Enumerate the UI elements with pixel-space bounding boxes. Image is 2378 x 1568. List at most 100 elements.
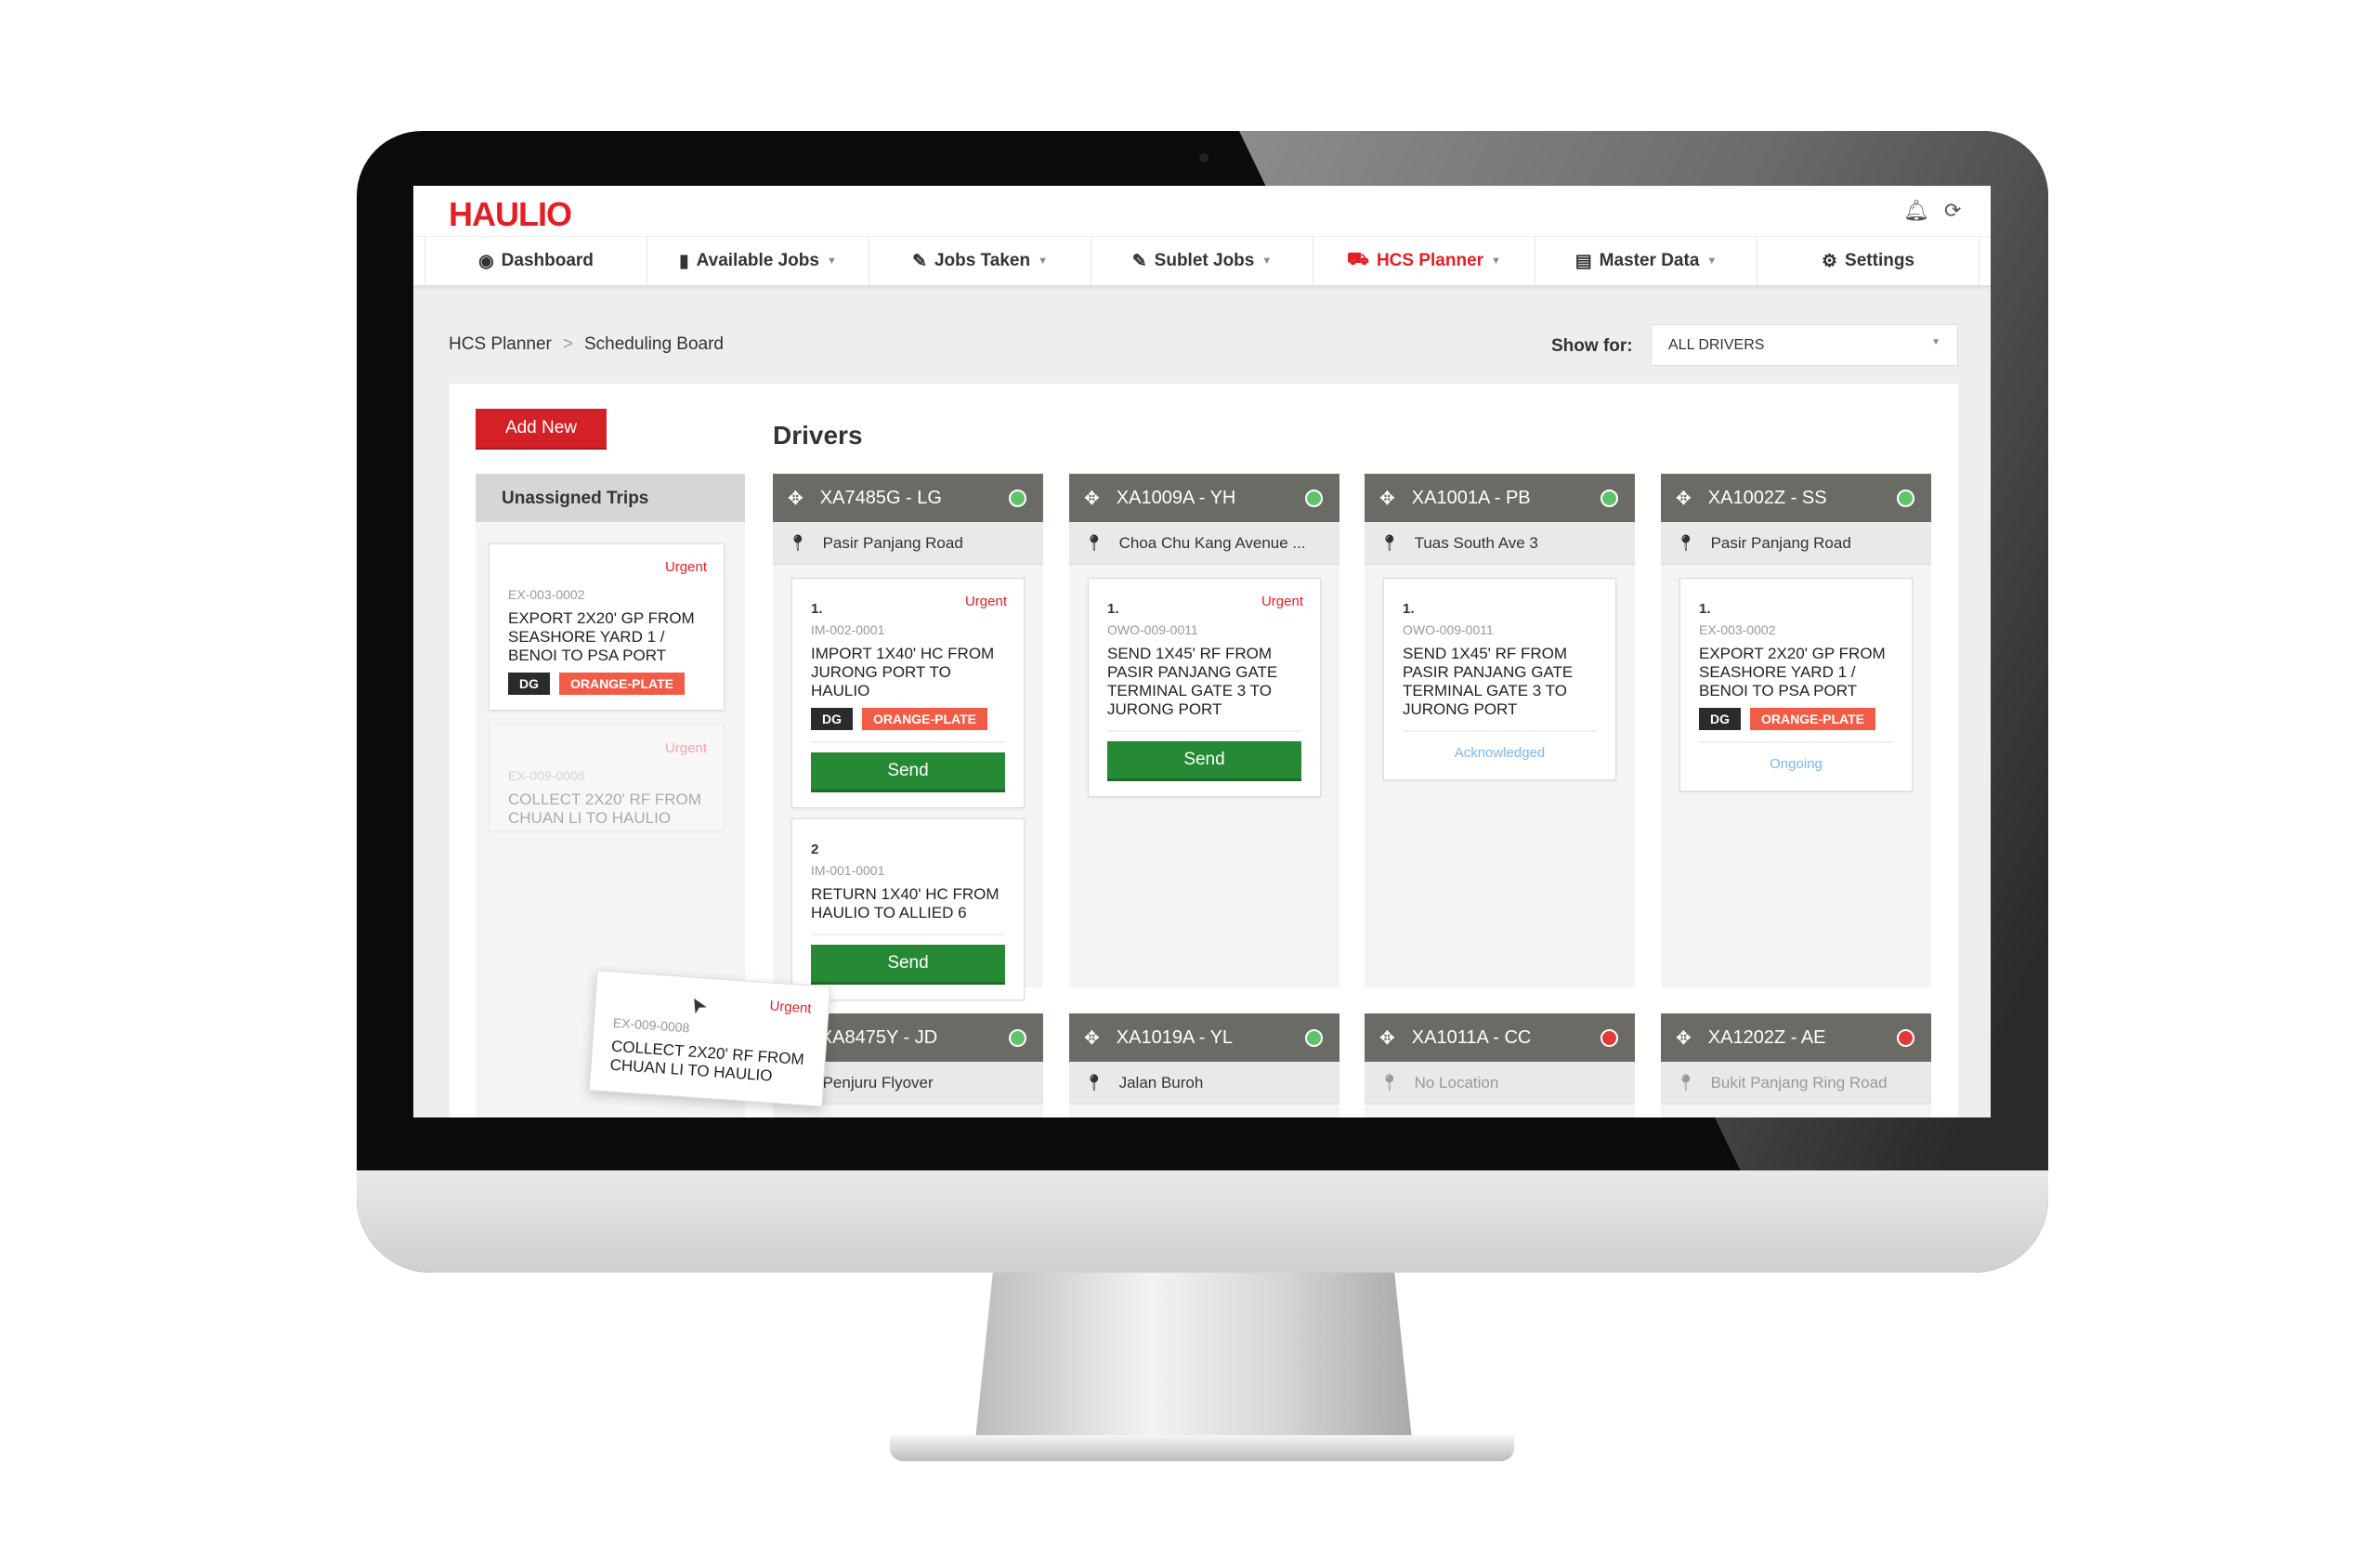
nav-sublet-jobs[interactable]: ✎ Sublet Jobs ▼ (1091, 237, 1313, 285)
map-pin-icon: 📍︎ (1379, 533, 1400, 552)
move-icon[interactable]: ✥ (1084, 487, 1100, 510)
tag-dg: DG (508, 673, 550, 695)
nav-dashboard[interactable]: ◉ Dashboard (425, 237, 647, 285)
job-card[interactable]: Urgent 1. IM-002-0001 IMPORT 1x40' HC FROM … (791, 578, 1025, 808)
truck-icon: ▮ (679, 251, 689, 271)
truck-icon: ⛟ (1347, 250, 1369, 269)
pen-icon: ✎ (912, 251, 927, 271)
bell-icon[interactable]: 🔔︎ (1903, 199, 1929, 223)
driver-header[interactable]: ✥ XA1001A - PB (1365, 474, 1635, 522)
driver-name: XA1002Z - SS (1707, 487, 1827, 508)
nav-label: Jobs Taken (934, 251, 1031, 270)
map-pin-icon: 📍︎ (1084, 533, 1104, 552)
driver-header[interactable]: ✥ XA1202Z - AE (1661, 1013, 1931, 1062)
show-for-label: Show for: (1551, 336, 1633, 356)
logo[interactable]: HAULIO (449, 195, 572, 234)
location-text: Bukit Panjang Ring Road (1710, 1073, 1888, 1091)
location-text: Pasir Panjang Road (1710, 533, 1851, 552)
nav-master-data[interactable]: ▤ Master Data ▼ (1535, 237, 1757, 285)
nav-hcs-planner[interactable]: ⛟ HCS Planner ▼ (1313, 237, 1535, 285)
job-card[interactable]: 1. OWO-009-0011 SEND 1x45' RF FROM PASIR P… (1383, 578, 1616, 780)
job-code: IM-002-0001 (811, 622, 885, 637)
map-pin-icon: 📍︎ (1676, 1073, 1696, 1091)
driver-filter-select[interactable]: ALL DRIVERS ▼ (1651, 324, 1958, 366)
file-icon: ▤ (1574, 251, 1592, 271)
map-pin-icon: 📍︎ (788, 533, 808, 552)
add-new-button[interactable]: Add New (476, 409, 607, 450)
breadcrumb-current: Scheduling Board (584, 334, 724, 354)
main-nav: ◉ Dashboard ▮ Available Jobs ▼ ✎ Jobs Taken ▼ ✎ S… (413, 236, 1991, 285)
driver-column: ✥ XA1011A - CC 📍︎ No Location (1365, 1013, 1635, 1117)
dragged-trip-card[interactable]: Urgent EX-009-0008 COLLECT 2x20' RF FROM C… (588, 970, 831, 1107)
tag-orange-plate: ORANGE-PLATE (1750, 708, 1875, 730)
location-text: Penjuru Flyover (822, 1073, 934, 1091)
driver-name: XA7485G - LG (819, 487, 942, 508)
job-code: EX-003-0002 (1699, 622, 1776, 637)
move-icon[interactable]: ✥ (1676, 487, 1692, 510)
driver-header[interactable]: ✥ XA1009A - YH (1069, 474, 1339, 522)
map-pin-icon: 📍︎ (1379, 1073, 1400, 1091)
move-icon[interactable]: ✥ (1676, 1026, 1692, 1050)
driver-header[interactable]: ✥ XA7485G - LG (773, 474, 1043, 522)
send-button[interactable]: Send (811, 752, 1005, 792)
nav-settings[interactable]: ⚙ Settings (1757, 237, 1979, 285)
driver-name: XA1011A - CC (1411, 1026, 1532, 1048)
driver-column: ✥ XA1019A - YL 📍︎ Jalan Buroh (1069, 1013, 1339, 1117)
nav-jobs-taken[interactable]: ✎ Jobs Taken ▼ (869, 237, 1091, 285)
status-dot-offline (1897, 1029, 1914, 1047)
tag-dg: DG (1699, 708, 1741, 730)
driver-column: ✥ XA1001A - PB 📍︎ Tuas South Ave 3 1. OWO-009… (1365, 474, 1635, 987)
job-card[interactable]: 1. EX-003-0002 EXPORT 2x20' GP FROM SEASHO… (1679, 578, 1913, 791)
driver-location: 📍︎ Pasir Panjang Road (773, 522, 1043, 565)
urgent-label: Urgent (664, 740, 707, 756)
job-description: EXPORT 2x20' GP FROM SEASHORE YARD 1 / B… (508, 609, 695, 664)
nav-label: HCS Planner (1376, 251, 1484, 270)
status-dot-online (1305, 490, 1323, 507)
caret-down-icon: ▼ (1261, 255, 1273, 267)
divider (1403, 730, 1597, 732)
status-dot-online (1601, 490, 1618, 507)
move-icon[interactable]: ✥ (1379, 487, 1395, 510)
breadcrumb-parent[interactable]: HCS Planner (449, 334, 552, 355)
driver-header[interactable]: ✥ XA1002Z - SS (1661, 474, 1931, 522)
gear-icon: ⚙ (1822, 251, 1838, 271)
dashboard-icon: ◉ (478, 251, 494, 271)
caret-down-icon: ▼ (1706, 255, 1718, 267)
driver-location: 📍︎ No Location (1365, 1062, 1635, 1104)
driver-column: ✥ XA1202Z - AE 📍︎ Bukit Panjang Ring Road (1661, 1013, 1931, 1117)
job-description: RETURN 1x40' HC FROM HAULIO TO ALLIED 6 (811, 885, 1000, 921)
driver-header[interactable]: ✥ XA1019A - YL (1069, 1013, 1339, 1062)
location-text: No Location (1414, 1073, 1499, 1091)
logout-icon[interactable]: ⟳ (1944, 199, 1961, 223)
job-card[interactable]: 2 IM-001-0001 RETURN 1x40' HC FROM HAULIO … (791, 818, 1025, 1000)
job-description: COLLECT 2x20' RF FROM CHUAN LI TO HAULIO (508, 791, 701, 827)
select-value: ALL DRIVERS (1668, 337, 1765, 353)
move-icon[interactable]: ✥ (788, 487, 804, 510)
header: HAULIO 🔔︎ ⟳ (413, 186, 1991, 236)
driver-column: ✥ XA1009A - YH 📍︎ Choa Chu Kang Avenue ... U… (1069, 474, 1339, 987)
send-button[interactable]: Send (1107, 741, 1301, 781)
drivers-title: Drivers (773, 421, 863, 450)
nav-available-jobs[interactable]: ▮ Available Jobs ▼ (647, 237, 869, 285)
nav-label: Settings (1845, 251, 1914, 270)
driver-header[interactable]: ✥ XA1011A - CC (1365, 1013, 1635, 1062)
job-card[interactable]: Urgent 1. OWO-009-0011 SEND 1x45' RF FROM P… (1088, 578, 1321, 797)
trip-card-placeholder: Urgent EX-009-0008 COLLECT 2x20' RF FROM C… (489, 725, 725, 831)
monitor-stand (975, 1273, 1412, 1440)
scheduling-board: Add New Drivers Unassigned Trips Urgent E… (450, 384, 1958, 1117)
trip-card[interactable]: Urgent EX-003-0002 EXPORT 2x20' GP FROM SE… (489, 543, 725, 711)
job-status: Acknowledged (1454, 745, 1546, 761)
status-dot-online (1009, 1029, 1026, 1047)
driver-column: ✥ XA7485G - LG 📍︎ Pasir Panjang Road Urgent 1… (773, 474, 1043, 1000)
job-code: OWO-009-0011 (1107, 622, 1198, 637)
camera (1199, 153, 1209, 163)
driver-location: 📍︎ Tuas South Ave 3 (1365, 522, 1635, 565)
location-text: Tuas South Ave 3 (1414, 533, 1538, 552)
location-text: Pasir Panjang Road (822, 533, 963, 552)
move-icon[interactable]: ✥ (1084, 1026, 1100, 1050)
move-icon[interactable]: ✥ (1379, 1026, 1395, 1050)
driver-location: 📍︎ Pasir Panjang Road (1661, 522, 1931, 565)
send-button[interactable]: Send (811, 945, 1005, 985)
job-code: EX-009-0008 (508, 768, 585, 783)
status-dot-online (1305, 1029, 1323, 1047)
